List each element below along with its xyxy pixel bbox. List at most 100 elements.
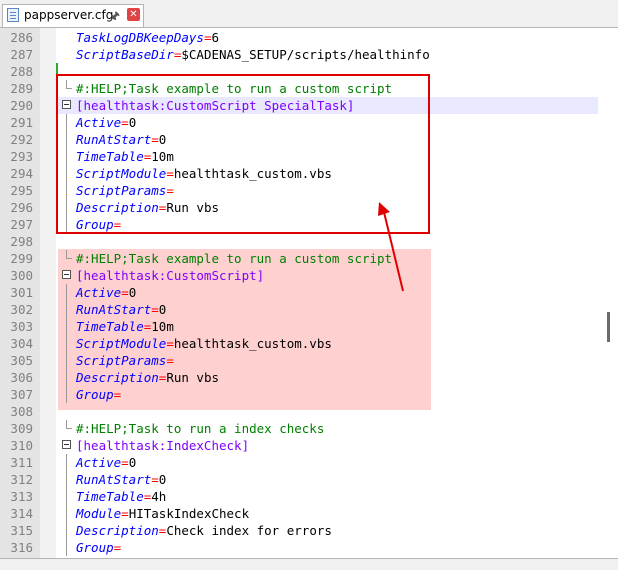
code-line[interactable]: 310 [healthtask:IndexCheck]	[0, 437, 600, 454]
pin-icon[interactable]: 🖈	[109, 7, 120, 28]
line-content: Description=Check index for errors	[76, 522, 332, 539]
code-line[interactable]: 307 Group=	[0, 386, 600, 403]
section-header: [healthtask:IndexCheck]	[76, 438, 250, 453]
help-comment: #:HELP;Task to run a index checks	[76, 421, 325, 436]
horizontal-scrollbar[interactable]	[0, 559, 618, 570]
config-value: HITaskIndexCheck	[128, 506, 250, 521]
tab-pappserver-cfg[interactable]: pappserver.cfg 🖈 ✕	[2, 4, 144, 27]
help-comment: #:HELP;Task example to run a custom scri…	[76, 251, 393, 266]
config-key: ScriptBaseDir	[76, 47, 174, 62]
config-key: Active	[76, 455, 122, 470]
text-editor[interactable]: 286 TaskLogDBKeepDays=6 287 ScriptBaseDir=$…	[0, 27, 618, 559]
code-line[interactable]: 303 TimeTable=10m	[0, 318, 600, 335]
line-content: TimeTable=4h	[76, 488, 166, 505]
config-key: Module	[76, 506, 122, 521]
line-number: 316	[10, 540, 33, 555]
line-number: 286	[10, 30, 33, 45]
line-number: 288	[10, 64, 33, 79]
code-line[interactable]: 299 #:HELP;Task example to run a custom s…	[0, 250, 600, 267]
fold-guide-line	[66, 318, 67, 335]
config-key: TimeTable	[76, 319, 144, 334]
equals-sign: =	[121, 455, 129, 470]
config-value: 0	[158, 472, 167, 487]
config-value: 0	[158, 302, 167, 317]
equals-sign: =	[166, 336, 174, 351]
code-line[interactable]: 313 TimeTable=4h	[0, 488, 600, 505]
line-content: Group=	[76, 539, 121, 556]
line-number: 294	[10, 166, 33, 181]
config-value: Check index for errors	[166, 523, 332, 538]
code-line[interactable]: 306 Description=Run vbs	[0, 369, 600, 386]
line-content: #:HELP;Task to run a index checks	[76, 420, 324, 437]
code-line[interactable]: 312 RunAtStart=0	[0, 471, 600, 488]
config-value: 10m	[151, 319, 174, 334]
line-number: 307	[10, 387, 33, 402]
line-number: 315	[10, 523, 33, 538]
vertical-scrollbar[interactable]	[600, 28, 618, 558]
code-line[interactable]: 308	[0, 403, 600, 420]
line-number: 292	[10, 132, 33, 147]
fold-guide-line	[66, 488, 67, 505]
config-key: Description	[76, 523, 159, 538]
line-number: 314	[10, 506, 33, 521]
code-line[interactable]: 286 TaskLogDBKeepDays=6	[0, 29, 600, 46]
line-number: 290	[10, 98, 33, 113]
line-number: 298	[10, 234, 33, 249]
code-line[interactable]: 302 RunAtStart=0	[0, 301, 600, 318]
code-line[interactable]: 311 Active=0	[0, 454, 600, 471]
scrollbar-thumb[interactable]	[607, 312, 610, 342]
fold-guide-line	[66, 369, 67, 386]
equals-sign: =	[166, 353, 174, 368]
line-number: 311	[10, 455, 33, 470]
code-line[interactable]: 314 Module=HITaskIndexCheck	[0, 505, 600, 522]
config-key: RunAtStart	[76, 472, 152, 487]
fold-toggle-icon[interactable]	[62, 440, 71, 449]
line-content: Group=	[76, 386, 121, 403]
line-number: 313	[10, 489, 33, 504]
fold-guide-line	[66, 471, 67, 488]
code-line[interactable]: 301 Active=0	[0, 284, 600, 301]
code-line[interactable]: 300 [healthtask:CustomScript]	[0, 267, 600, 284]
line-content: [healthtask:IndexCheck]	[76, 437, 249, 454]
annotation-arrow	[378, 202, 404, 292]
fold-guide-line	[66, 505, 67, 522]
line-content: [healthtask:CustomScript]	[76, 267, 264, 284]
code-line[interactable]: 305 ScriptParams=	[0, 352, 600, 369]
line-number: 289	[10, 81, 33, 96]
code-line[interactable]: 316 Group=	[0, 539, 600, 556]
line-number: 299	[10, 251, 33, 266]
line-number: 295	[10, 183, 33, 198]
code-line[interactable]: 298	[0, 233, 600, 250]
close-icon[interactable]: ✕	[127, 8, 140, 21]
fold-end-marker	[66, 420, 72, 429]
config-value: 4h	[151, 489, 167, 504]
line-number: 296	[10, 200, 33, 215]
line-number: 305	[10, 353, 33, 368]
code-line[interactable]: 304 ScriptModule=healthtask_custom.vbs	[0, 335, 600, 352]
config-key: Group	[76, 387, 114, 402]
line-number: 306	[10, 370, 33, 385]
line-content: #:HELP;Task example to run a custom scri…	[76, 250, 392, 267]
code-line[interactable]: 287 ScriptBaseDir=$CADENAS_SETUP/scripts/…	[0, 46, 600, 63]
line-content: TimeTable=10m	[76, 318, 174, 335]
config-key: TaskLogDBKeepDays	[76, 30, 204, 45]
line-number: 297	[10, 217, 33, 232]
equals-sign: =	[121, 506, 129, 521]
tab-title: pappserver.cfg	[24, 8, 114, 22]
config-key: Group	[76, 540, 114, 555]
fold-toggle-icon[interactable]	[62, 270, 71, 279]
config-value: 0	[128, 455, 137, 470]
code-line[interactable]: 309 #:HELP;Task to run a index checks	[0, 420, 600, 437]
fold-end-marker	[66, 250, 72, 259]
fold-guide-line	[66, 386, 67, 403]
line-number: 287	[10, 47, 33, 62]
line-content: ScriptModule=healthtask_custom.vbs	[76, 335, 332, 352]
line-content: TaskLogDBKeepDays=6	[76, 29, 219, 46]
fold-guide-line	[66, 539, 67, 556]
line-number: 303	[10, 319, 33, 334]
file-icon	[7, 8, 19, 22]
config-value: healthtask_custom.vbs	[173, 336, 332, 351]
config-key: RunAtStart	[76, 302, 152, 317]
code-line[interactable]: 315 Description=Check index for errors	[0, 522, 600, 539]
line-number: 310	[10, 438, 33, 453]
